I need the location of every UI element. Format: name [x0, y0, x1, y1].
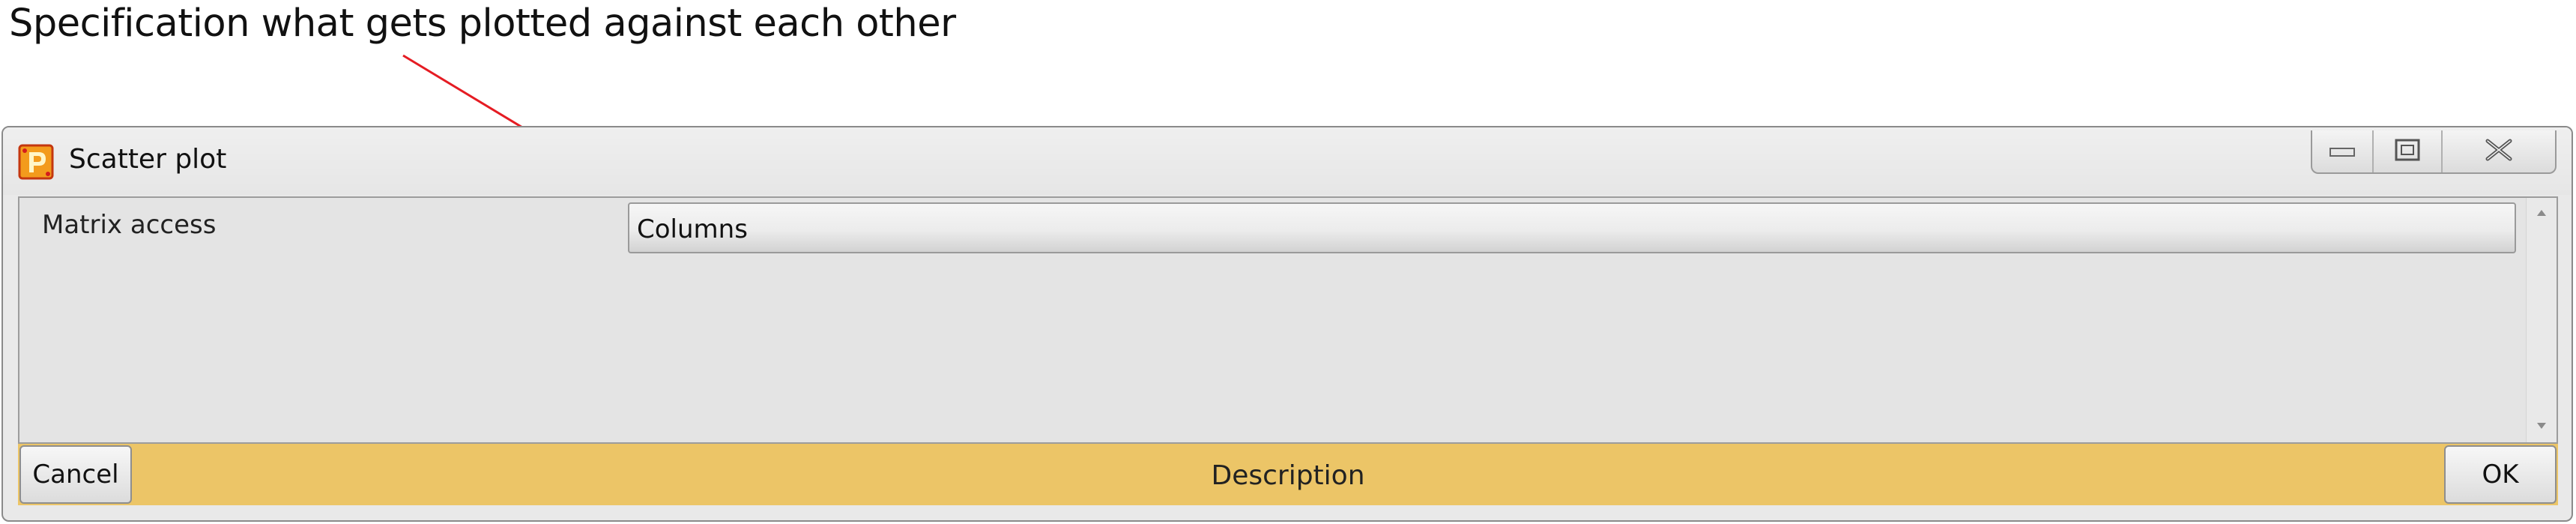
close-icon: [2485, 139, 2513, 165]
app-logo-icon: [18, 144, 54, 180]
property-grid: Matrix access Columns: [18, 196, 2558, 444]
ok-button[interactable]: OK: [2444, 445, 2557, 504]
minimize-button[interactable]: [2312, 130, 2374, 172]
maximize-button[interactable]: [2374, 130, 2443, 172]
minimize-icon: [2329, 142, 2355, 161]
title-bar: Scatter plot: [3, 127, 2572, 195]
footer-bar: Description Cancel OK: [18, 444, 2558, 505]
window-controls: [2311, 130, 2557, 174]
matrix-access-label: Matrix access: [42, 210, 217, 240]
scatter-plot-dialog: Scatter plot Matrix access Columns Descr…: [1, 126, 2573, 522]
scroll-up-icon[interactable]: [2534, 205, 2549, 220]
close-button[interactable]: [2443, 130, 2555, 172]
vertical-scrollbar[interactable]: [2526, 198, 2557, 442]
window-title: Scatter plot: [69, 144, 227, 175]
matrix-access-value: Columns: [637, 214, 748, 244]
scroll-down-icon[interactable]: [2534, 418, 2549, 433]
description-text: Description: [1211, 460, 1365, 491]
annotation-caption: Specification what gets plotted against …: [9, 1, 956, 46]
matrix-access-select[interactable]: Columns: [628, 202, 2516, 253]
maximize-icon: [2395, 139, 2420, 165]
cancel-button[interactable]: Cancel: [19, 445, 132, 504]
